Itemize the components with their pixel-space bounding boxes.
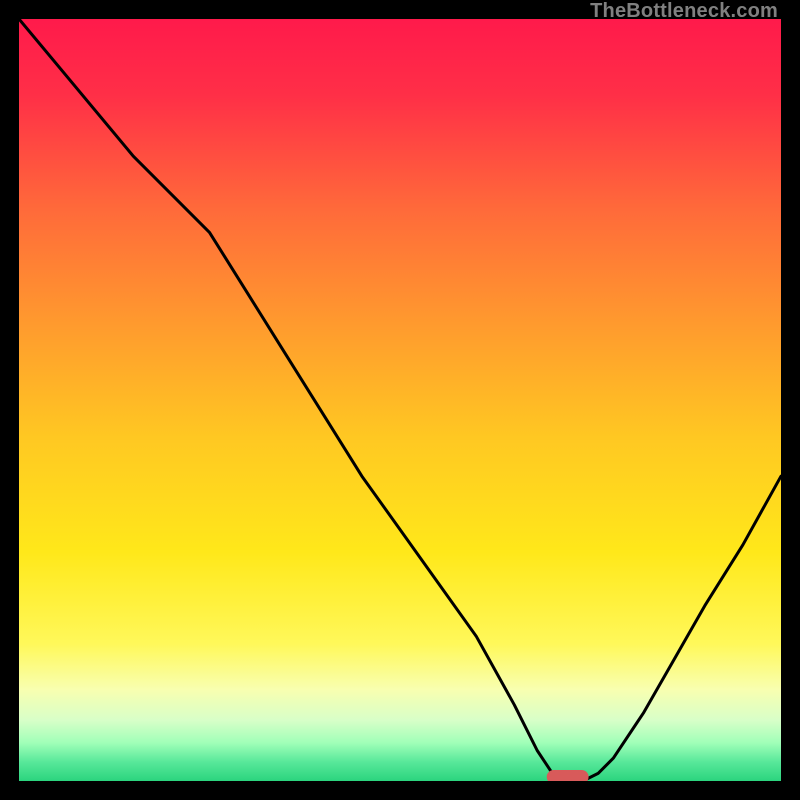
gradient-background [19,19,781,781]
optimal-marker [547,770,589,781]
watermark-text: TheBottleneck.com [590,0,778,23]
bottleneck-chart [19,19,781,781]
chart-frame [19,19,781,781]
